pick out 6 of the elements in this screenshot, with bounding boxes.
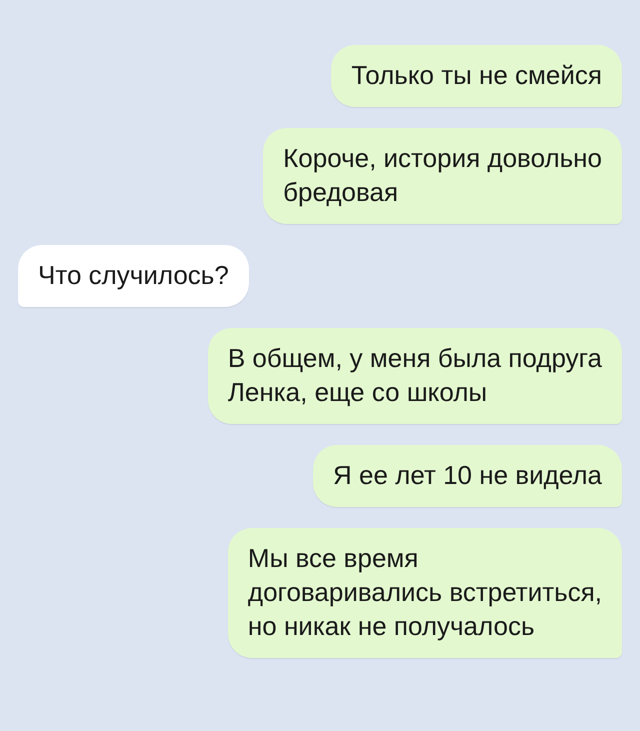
sent-message: В общем, у меня была подруга Ленка, еще со школы bbox=[208, 328, 622, 424]
sent-message: Только ты не смейся bbox=[331, 45, 622, 107]
sent-message: Короче, история довольно бредовая bbox=[263, 128, 622, 224]
received-message: Что случилось? bbox=[18, 245, 249, 307]
sent-message: Мы все время договаривались встретиться, но никак не получалось bbox=[228, 528, 622, 658]
sent-message: Я ее лет 10 не видела bbox=[313, 445, 622, 507]
